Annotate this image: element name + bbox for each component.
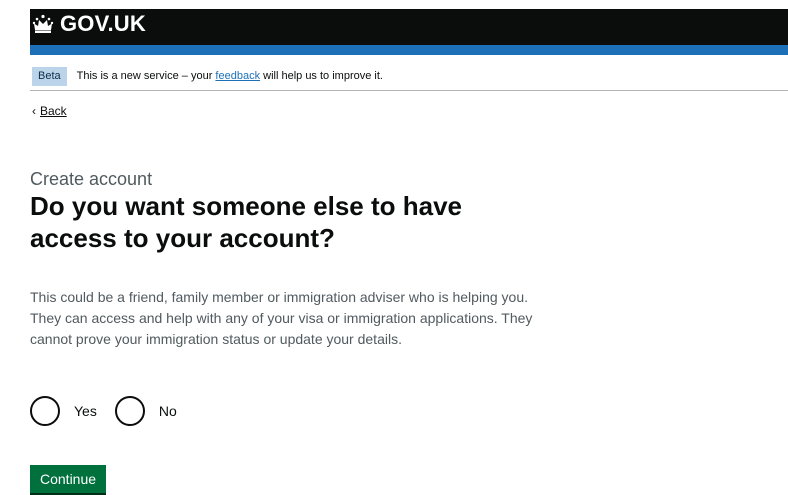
- phase-text-before: This is a new service – your: [76, 70, 216, 82]
- back-link-wrap[interactable]: ‹ Back: [32, 104, 67, 118]
- chevron-left-icon: ‹: [32, 104, 36, 118]
- radio-button-yes[interactable]: [30, 396, 60, 426]
- radio-label-yes: Yes: [74, 403, 97, 419]
- radio-option-no[interactable]: No: [114, 396, 183, 426]
- page: GOV.UK Beta This is a new service – your…: [0, 0, 788, 495]
- radio-option-yes[interactable]: Yes: [30, 396, 103, 426]
- header-stripe: [30, 45, 788, 55]
- radio-label-no: No: [158, 403, 177, 419]
- phase-banner: Beta This is a new service – your feedba…: [30, 62, 788, 91]
- radio-button-no[interactable]: [114, 396, 145, 426]
- phase-banner-text: This is a new service – your feedback wi…: [77, 70, 383, 82]
- phase-text-after: will help us to improve it.: [260, 70, 383, 82]
- crown-icon: [32, 14, 54, 34]
- phase-tag: Beta: [32, 66, 67, 86]
- govuk-logo-link[interactable]: GOV.UK: [32, 11, 146, 37]
- page-caption: Create account: [30, 169, 153, 189]
- page-title: Do you want someone else to have access …: [30, 191, 462, 253]
- hint-text: This could be a friend, family member or…: [30, 289, 533, 347]
- radio-group: Yes No: [30, 396, 195, 426]
- logo-text: GOV.UK: [60, 11, 146, 36]
- back-link[interactable]: Back: [40, 104, 67, 118]
- continue-button[interactable]: Continue: [30, 465, 107, 495]
- feedback-link[interactable]: feedback: [215, 70, 260, 82]
